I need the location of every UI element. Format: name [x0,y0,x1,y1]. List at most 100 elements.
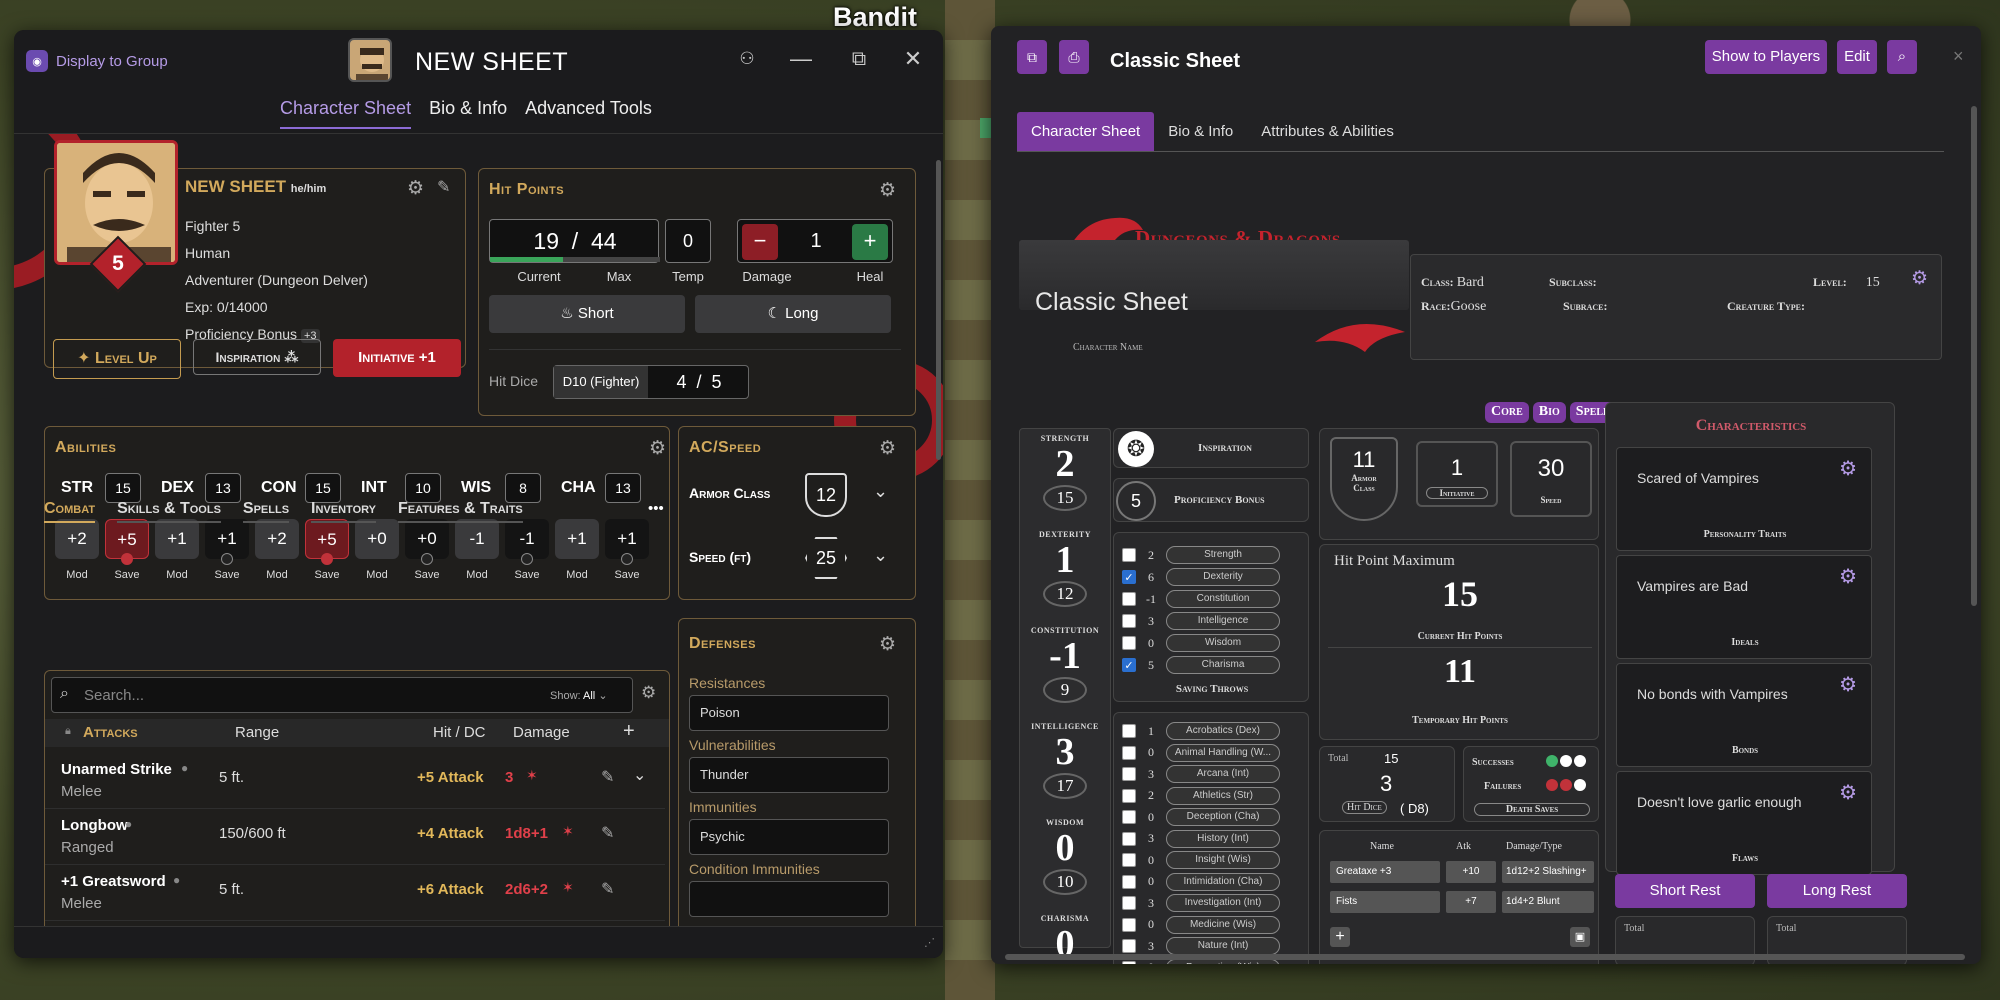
saving-throw-value[interactable]: 6 [1140,570,1162,585]
speed-value[interactable]: 30 [1512,455,1590,483]
attribute-score[interactable]: 12 [1043,581,1087,607]
ability-score[interactable]: 15 [105,473,141,503]
ability-score[interactable]: 10 [405,473,441,503]
long-rest-button[interactable]: Long Rest [1767,874,1907,908]
temp-hp-field[interactable]: 0 [665,219,711,263]
ability-mod[interactable]: +2 [255,519,299,559]
tab-character-sheet[interactable]: Character Sheet [280,98,412,129]
skill-checkbox[interactable] [1122,767,1136,781]
attack-row[interactable]: Longbow ● Ranged 150/600 ft +4 Attack 1d8+1 ✶ ✎ [45,809,665,865]
attack-name-field[interactable]: Fists [1330,891,1440,913]
gear-icon[interactable]: ⚙ [1839,564,1857,589]
attribute-mod[interactable]: 3 [1025,731,1105,773]
users-icon[interactable]: ⚇ [732,44,762,74]
save-proficiency-dot[interactable] [221,553,233,565]
inspiration-button[interactable]: Inspiration ⁂ [193,339,321,375]
tab-spells[interactable]: Spells [242,500,290,523]
attack-damage-field[interactable]: 1d4+2 Blunt [1502,891,1594,913]
gear-icon[interactable]: ⚙ [641,683,656,703]
vulnerabilities-field[interactable]: Thunder [689,757,889,793]
save-proficiency-dot[interactable] [421,553,433,565]
pill-core[interactable]: Core [1485,402,1529,423]
resistances-field[interactable]: Poison [689,695,889,731]
skill-value[interactable]: 0 [1140,917,1162,932]
attack-atk-field[interactable]: +7 [1446,891,1496,913]
attribute-mod[interactable]: 0 [1025,827,1105,869]
scrollbar[interactable] [936,160,941,460]
save-proficiency-dot[interactable] [521,553,533,565]
skill-value[interactable]: 0 [1140,810,1162,825]
chevron-down-icon[interactable]: ⌄ [873,545,888,566]
edit-icon[interactable]: ✎ [601,879,614,899]
ability-score[interactable]: 13 [205,473,241,503]
saving-throw-checkbox[interactable] [1122,592,1136,606]
attack-atk-field[interactable]: +10 [1446,861,1496,883]
show-to-players-button[interactable]: Show to Players [1705,40,1827,74]
close-icon[interactable]: ✕ [898,44,928,74]
save-proficiency-dot[interactable] [321,553,333,565]
damage-amount-input[interactable]: 1 [792,220,840,262]
scrollbar[interactable] [1971,106,1977,606]
skill-checkbox[interactable] [1122,896,1136,910]
initiative-button[interactable]: Initiative +1 [333,339,461,377]
ability-mod[interactable]: +0 [355,519,399,559]
chevron-down-icon[interactable]: ⌄ [633,765,646,785]
saving-throw-value[interactable]: 3 [1140,614,1162,629]
attack-hit[interactable]: +5 Attack [417,769,484,786]
save-proficiency-dot[interactable] [121,553,133,565]
attack-row[interactable]: Unarmed Strike ● Melee 5 ft. +5 Attack 3 ✶ ✎ ⌄ [45,753,665,809]
condition-immunities-field[interactable] [689,881,889,917]
armor-class-shield[interactable]: 12 [805,473,847,517]
show-filter[interactable]: Show: All ⌄ [550,689,608,702]
skill-checkbox[interactable] [1122,939,1136,953]
horizontal-scrollbar[interactable] [1005,954,1965,960]
skill-checkbox[interactable] [1122,960,1136,964]
resize-handle-icon[interactable]: ⋰ [924,936,935,949]
speed-value[interactable]: 25 [805,537,847,579]
skill-checkbox[interactable] [1122,788,1136,803]
edit-icon[interactable]: ✎ [601,823,614,843]
attack-search-input[interactable]: ⌕ Search... Show: All ⌄ [51,677,633,713]
gear-icon[interactable]: ⚙ [1839,456,1857,481]
skill-checkbox[interactable] [1122,745,1136,760]
minimize-icon[interactable]: — [786,44,816,74]
skill-checkbox[interactable] [1122,917,1136,932]
ability-mod[interactable]: +1 [155,519,199,559]
skill-checkbox[interactable] [1122,724,1136,738]
attribute-score[interactable]: 9 [1043,677,1087,703]
hp-max-value[interactable]: 15 [1320,573,1600,615]
attack-damage[interactable]: 3 [505,769,513,786]
attribute-score[interactable]: 15 [1043,485,1087,511]
save-proficiency-dot[interactable] [621,553,633,565]
saving-throw-value[interactable]: -1 [1140,592,1162,607]
attack-hit[interactable]: +4 Attack [417,825,484,842]
hit-dice-control[interactable]: D10 (Fighter) 4 / 5 [553,365,749,399]
saving-throw-value[interactable]: 5 [1140,658,1162,673]
success-dot[interactable] [1560,755,1572,767]
token-avatar[interactable] [348,38,392,82]
saving-throw-checkbox[interactable] [1122,548,1136,562]
popout-icon[interactable]: ⧉ [844,44,874,74]
skill-value[interactable]: 2 [1140,788,1162,803]
success-dot[interactable] [1574,755,1586,767]
trait-text[interactable]: Doesn't love garlic enough [1637,794,1802,810]
search-button[interactable]: ⌕ [1887,40,1917,74]
tab-bio-info[interactable]: Bio & Info [1154,112,1247,151]
add-attack-button[interactable]: + [1330,927,1350,947]
edit-button[interactable]: Edit [1837,40,1877,74]
tab-attributes-abilities[interactable]: Attributes & Abilities [1247,112,1408,151]
tab-advanced-tools[interactable]: Advanced Tools [525,98,652,129]
saving-throw-value[interactable]: 0 [1140,636,1162,651]
trait-text[interactable]: No bonds with Vampires [1637,686,1788,702]
trait-text[interactable]: Vampires are Bad [1637,578,1748,594]
gear-icon[interactable]: ⚙ [649,437,666,460]
level-up-button[interactable]: ✦ Level Up [53,339,181,379]
tab-character-sheet[interactable]: Character Sheet [1017,112,1155,151]
temp-hp-value[interactable]: 11 [1320,653,1600,691]
attribute-mod[interactable]: -1 [1025,635,1105,677]
failure-dot[interactable] [1560,779,1572,791]
tab-inventory[interactable]: Inventory [311,500,377,523]
chevron-down-icon[interactable]: ⌄ [873,481,888,502]
attack-damage[interactable]: 1d8+1 [505,825,548,842]
hp-display[interactable]: 19 / 44 [489,219,660,263]
